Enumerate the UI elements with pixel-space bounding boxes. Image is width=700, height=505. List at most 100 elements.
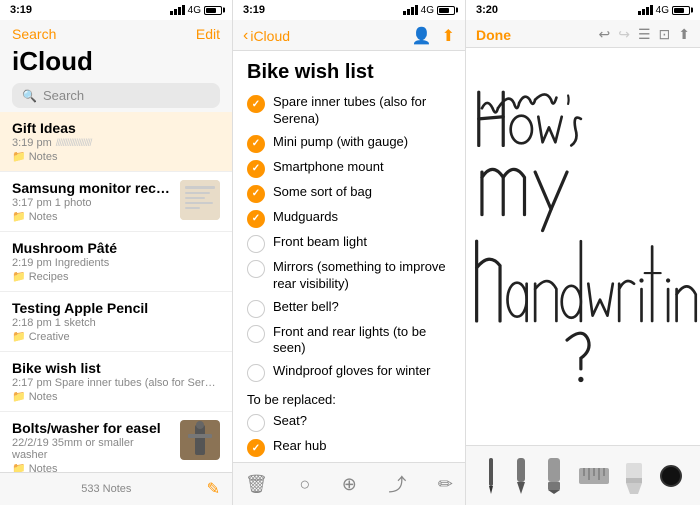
- share-icon-3[interactable]: ⬆: [678, 26, 690, 43]
- bar3: [178, 7, 181, 15]
- handwriting-svg: [466, 48, 700, 445]
- replace-item-1: Seat?: [247, 413, 451, 432]
- tool-color-black[interactable]: [660, 465, 682, 487]
- trash-icon[interactable]: 🗑: [245, 474, 268, 495]
- battery-2: [437, 6, 455, 15]
- check-item-2: ✓ Mini pump (with gauge): [247, 134, 451, 153]
- network-label-1: 4G: [188, 5, 201, 16]
- replace-checkbox-1[interactable]: [247, 414, 265, 432]
- search-placeholder: Search: [43, 88, 84, 103]
- note-content: Gift Ideas 3:19 pm //////////////////// …: [12, 120, 220, 163]
- tool-finepen[interactable]: [484, 458, 498, 494]
- share-icon[interactable]: ⬆: [442, 26, 455, 46]
- p3-header: Done ↩ ↪ ☰ ⊡ ⬆: [466, 20, 700, 48]
- checkbox-1[interactable]: ✓: [247, 95, 265, 113]
- check-circle-icon[interactable]: ○: [299, 474, 310, 495]
- check-item-9: Front and rear lights (to be seen): [247, 324, 451, 358]
- person-icon[interactable]: 👤: [412, 26, 432, 46]
- back-button-1[interactable]: Search: [12, 26, 56, 42]
- checkbox-7[interactable]: [247, 260, 265, 278]
- note-icon[interactable]: ☰: [638, 26, 651, 43]
- note-thumb-bolts: [180, 420, 220, 460]
- check-item-10: Windproof gloves for winter: [247, 363, 451, 382]
- replace-checkbox-2[interactable]: ✓: [247, 439, 265, 457]
- checkbox-8[interactable]: [247, 300, 265, 318]
- note-item-pencil[interactable]: Testing Apple Pencil 2:18 pm 1 sketch 📁 …: [0, 292, 232, 352]
- bar1: [170, 11, 173, 15]
- check-text-7: Mirrors (something to improve rear visib…: [273, 259, 451, 293]
- compose-button[interactable]: ✎: [207, 479, 220, 499]
- signal-bars-1: [170, 5, 185, 15]
- p3-tools-bar: [466, 445, 700, 505]
- status-bar-3: 3:20 4G: [466, 0, 700, 20]
- check-item-3: ✓ Smartphone mount: [247, 159, 451, 178]
- status-bar-2: 3:19 4G: [233, 0, 465, 20]
- edit-button[interactable]: Edit: [196, 26, 220, 42]
- tool-ruler[interactable]: [579, 458, 609, 494]
- p2-header: ‹ iCloud 👤 ⬆: [233, 20, 465, 51]
- p1-header: Search Edit iCloud 🔍 Search: [0, 20, 232, 112]
- location-icon[interactable]: ⤴: [388, 471, 406, 497]
- search-box[interactable]: 🔍 Search: [12, 83, 220, 108]
- p2-header-icons: 👤 ⬆: [412, 26, 455, 46]
- compose-icon-2[interactable]: ✏: [438, 474, 453, 495]
- folder-icon: 📁: [12, 270, 26, 283]
- note-content: Bike wish list 2:17 pm Spare inner tubes…: [12, 360, 220, 403]
- checkbox-6[interactable]: [247, 235, 265, 253]
- note-content: Mushroom Pâté 2:19 pm Ingredients 📁 Reci…: [12, 240, 220, 283]
- note-meta: 3:17 pm 1 photo: [12, 197, 172, 209]
- note-content: Bolts/washer for easel 22/2/19 35mm or s…: [12, 420, 172, 472]
- check-item-1: ✓ Spare inner tubes (also for Serena): [247, 94, 451, 128]
- pen-icon: [513, 458, 529, 494]
- checkbox-9[interactable]: [247, 325, 265, 343]
- note-item-samsung[interactable]: Samsung monitor receipt 3:17 pm 1 photo …: [0, 172, 232, 232]
- folder-name: Notes: [29, 463, 58, 473]
- p2-footer: 🗑 ○ ⊕ ⤴ ✏: [233, 462, 465, 505]
- bolts-thumb-img: [180, 420, 220, 460]
- note-thumb: [180, 180, 220, 220]
- time-1: 3:19: [10, 4, 32, 16]
- back-button-2[interactable]: ‹ iCloud: [243, 27, 290, 45]
- note-item-bolts[interactable]: Bolts/washer for easel 22/2/19 35mm or s…: [0, 412, 232, 472]
- check-item-5: ✓ Mudguards: [247, 209, 451, 228]
- time-2: 3:19: [243, 4, 265, 16]
- checkbox-3[interactable]: ✓: [247, 160, 265, 178]
- check-text-3: Smartphone mount: [273, 159, 451, 176]
- folder-icon: 📁: [12, 390, 26, 403]
- p1-footer: 533 Notes ✎: [0, 472, 232, 505]
- redo-icon[interactable]: ↪: [618, 26, 630, 43]
- checkbox-10[interactable]: [247, 364, 265, 382]
- bar3: [646, 7, 649, 15]
- p1-header-row: Search Edit: [12, 26, 220, 42]
- bar1: [403, 11, 406, 15]
- add-icon[interactable]: ⊕: [342, 474, 357, 495]
- note-item-gift-ideas[interactable]: Gift Ideas 3:19 pm //////////////////// …: [0, 112, 232, 172]
- p3-toolbar: ↩ ↪ ☰ ⊡ ⬆: [599, 26, 691, 43]
- note-item-mushroom[interactable]: Mushroom Pâté 2:19 pm Ingredients 📁 Reci…: [0, 232, 232, 292]
- note-title: Bolts/washer for easel: [12, 420, 172, 436]
- crop-icon[interactable]: ⊡: [659, 26, 671, 43]
- tool-marker[interactable]: [545, 458, 563, 494]
- status-icons-2: 4G: [403, 5, 455, 16]
- folder-icon: 📁: [12, 462, 26, 472]
- status-bar-1: 3:19 4G: [0, 0, 232, 20]
- note-meta: 22/2/19 35mm or smaller washer: [12, 437, 172, 461]
- note-folder: 📁 Recipes: [12, 270, 220, 283]
- tool-eraser[interactable]: [624, 458, 644, 494]
- check-item-6: Front beam light: [247, 234, 451, 253]
- drawing-panel: 3:20 4G Done ↩ ↪ ☰ ⊡ ⬆: [466, 0, 700, 505]
- checkbox-2[interactable]: ✓: [247, 135, 265, 153]
- tool-pen[interactable]: [513, 458, 529, 494]
- replace-item-2: ✓ Rear hub: [247, 438, 451, 457]
- note-title: Samsung monitor receipt: [12, 180, 172, 196]
- battery-1: [204, 6, 222, 15]
- checkbox-5[interactable]: ✓: [247, 210, 265, 228]
- done-button[interactable]: Done: [476, 27, 511, 43]
- undo-icon[interactable]: ↩: [599, 26, 611, 43]
- bar1: [638, 11, 641, 15]
- drawing-canvas[interactable]: [466, 48, 700, 445]
- checkbox-4[interactable]: ✓: [247, 185, 265, 203]
- check-text-8: Better bell?: [273, 299, 451, 316]
- check-item-4: ✓ Some sort of bag: [247, 184, 451, 203]
- note-item-bike[interactable]: Bike wish list 2:17 pm Spare inner tubes…: [0, 352, 232, 412]
